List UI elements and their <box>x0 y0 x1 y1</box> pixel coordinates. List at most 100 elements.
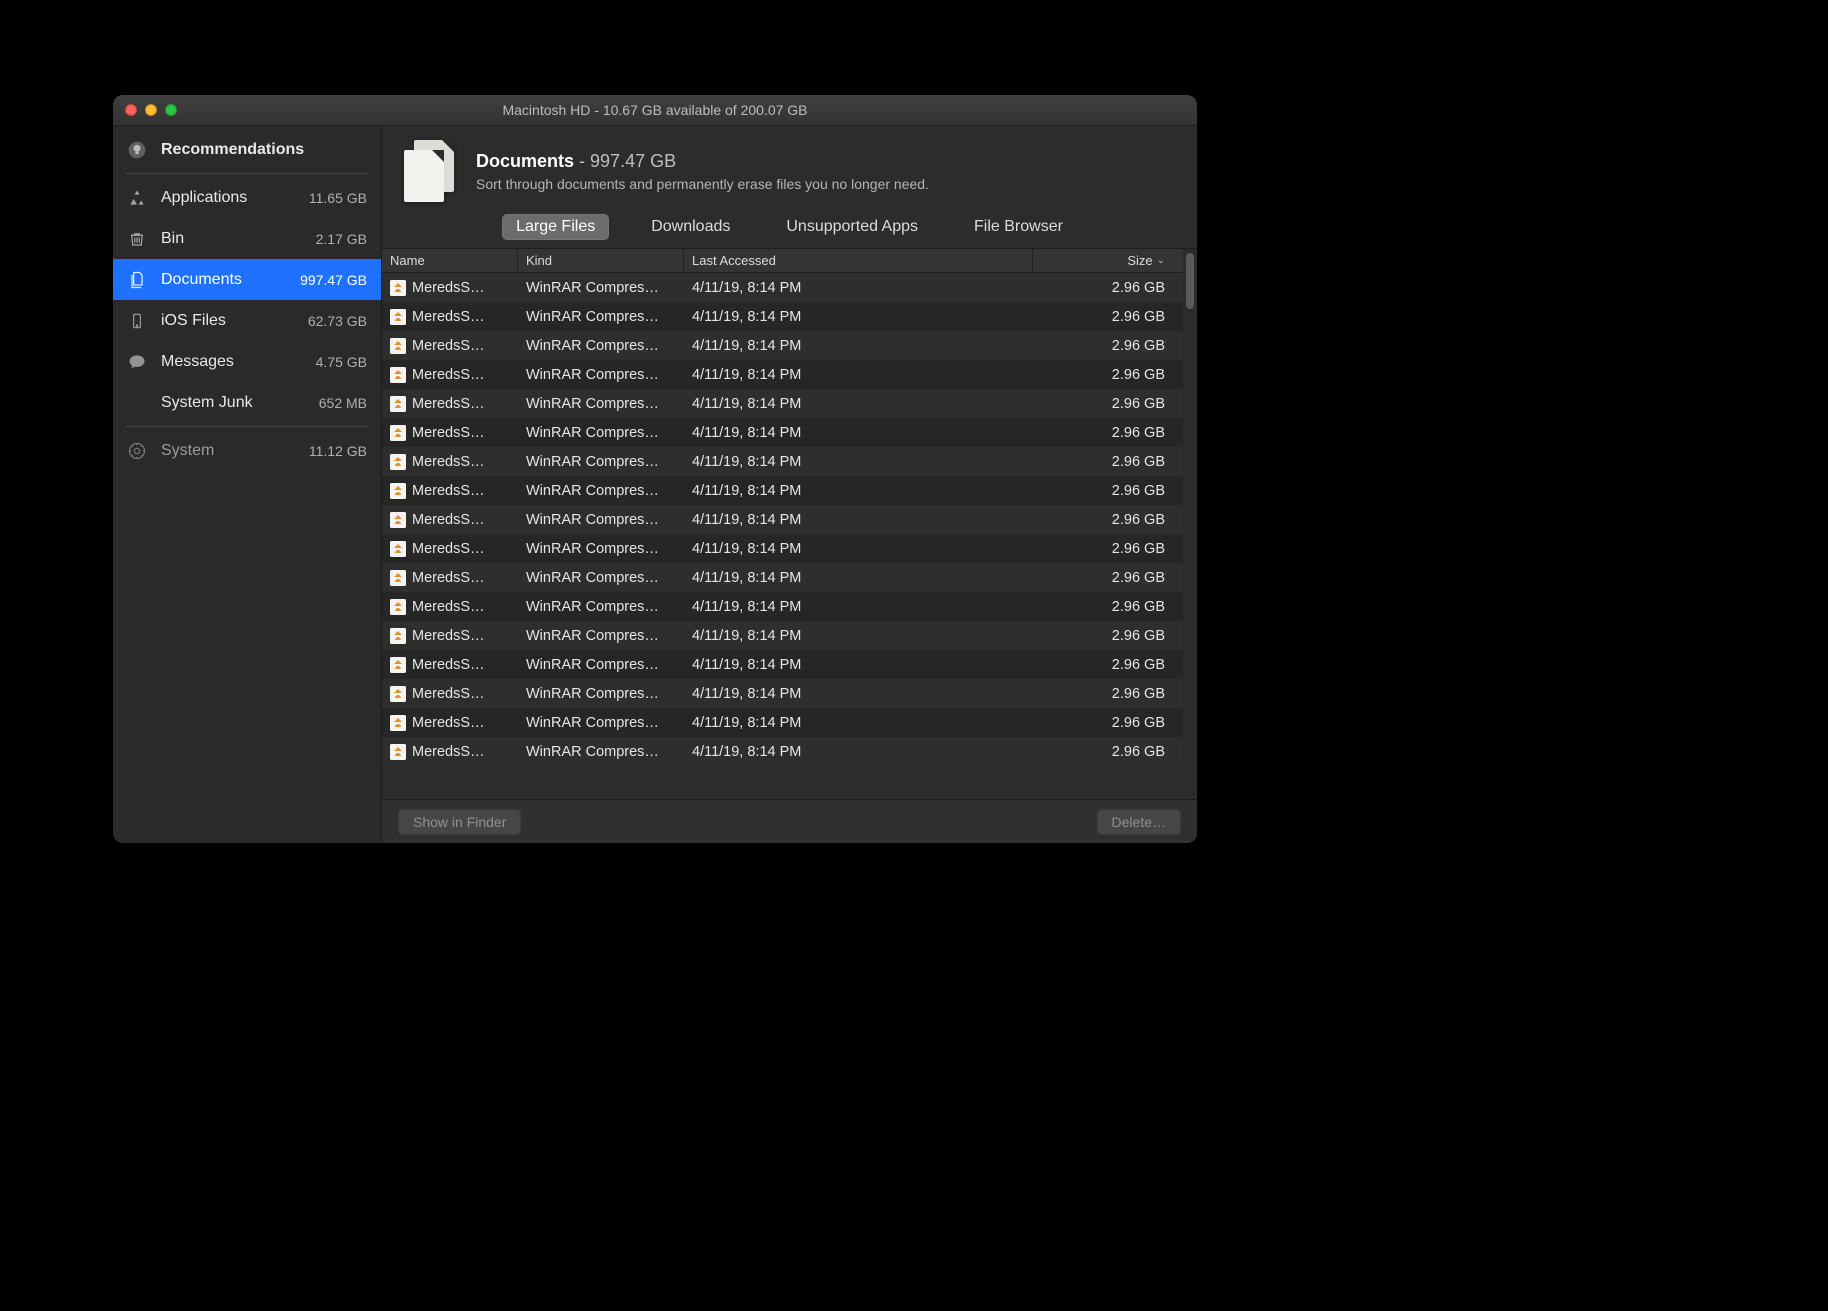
archive-file-icon <box>390 628 406 644</box>
table-row[interactable]: MeredsS…WinRAR Compres…4/11/19, 8:14 PM2… <box>382 737 1183 766</box>
documents-header: Documents - 997.47 GB Sort through docum… <box>382 126 1197 212</box>
archive-file-icon <box>390 425 406 441</box>
cell-last-accessed: 4/11/19, 8:14 PM <box>684 367 1033 383</box>
gear-circle-icon <box>125 439 149 463</box>
archive-file-icon <box>390 570 406 586</box>
cell-kind: WinRAR Compres… <box>518 454 684 470</box>
cell-size: 2.96 GB <box>1033 599 1183 615</box>
sidebar-item-label: Messages <box>161 353 308 371</box>
table-row[interactable]: MeredsS…WinRAR Compres…4/11/19, 8:14 PM2… <box>382 650 1183 679</box>
tab-unsupported-apps[interactable]: Unsupported Apps <box>772 214 932 240</box>
table-row[interactable]: MeredsS…WinRAR Compres…4/11/19, 8:14 PM2… <box>382 389 1183 418</box>
cell-last-accessed: 4/11/19, 8:14 PM <box>684 570 1033 586</box>
column-header-size[interactable]: Size⌄ <box>1033 249 1183 272</box>
table-row[interactable]: MeredsS…WinRAR Compres…4/11/19, 8:14 PM2… <box>382 708 1183 737</box>
archive-file-icon <box>390 744 406 760</box>
cell-name: MeredsS… <box>412 483 485 499</box>
table-row[interactable]: MeredsS…WinRAR Compres…4/11/19, 8:14 PM2… <box>382 360 1183 389</box>
cell-last-accessed: 4/11/19, 8:14 PM <box>684 512 1033 528</box>
show-in-finder-button[interactable]: Show in Finder <box>398 809 521 835</box>
cell-kind: WinRAR Compres… <box>518 686 684 702</box>
window-titlebar: Macintosh HD - 10.67 GB available of 200… <box>113 95 1197 126</box>
archive-file-icon <box>390 396 406 412</box>
main-panel: Documents - 997.47 GB Sort through docum… <box>382 126 1197 843</box>
cell-kind: WinRAR Compres… <box>518 570 684 586</box>
cell-last-accessed: 4/11/19, 8:14 PM <box>684 483 1033 499</box>
sidebar-item-size: 62.73 GB <box>308 313 367 329</box>
delete-button[interactable]: Delete… <box>1097 809 1181 835</box>
scrollbar-thumb[interactable] <box>1186 253 1194 309</box>
panel-subtitle: Sort through documents and permanently e… <box>476 176 929 192</box>
table-row[interactable]: MeredsS…WinRAR Compres…4/11/19, 8:14 PM2… <box>382 621 1183 650</box>
file-table: Name Kind Last Accessed Size⌄ MeredsS… Wi… <box>382 248 1197 799</box>
close-window-button[interactable] <box>125 104 137 116</box>
cell-name: MeredsS… <box>412 599 485 615</box>
minimize-window-button[interactable] <box>145 104 157 116</box>
cell-name: MeredsS… <box>412 512 485 528</box>
archive-file-icon <box>390 280 406 296</box>
cell-name: MeredsS… <box>412 628 485 644</box>
cell-last-accessed: 4/11/19, 8:14 PM <box>684 541 1033 557</box>
sidebar-item-messages[interactable]: Messages4.75 GB <box>113 341 381 382</box>
sidebar-item-bin[interactable]: Bin2.17 GB <box>113 218 381 259</box>
archive-file-icon <box>390 686 406 702</box>
cell-name: MeredsS… <box>412 657 485 673</box>
tab-file-browser[interactable]: File Browser <box>960 214 1077 240</box>
cell-size: 2.96 GB <box>1033 367 1183 383</box>
table-row[interactable]: MeredsS…WinRAR Compres…4/11/19, 8:14 PM2… <box>382 592 1183 621</box>
footer-bar: Show in Finder Delete… <box>382 799 1197 843</box>
tab-large-files[interactable]: Large Files <box>502 214 609 240</box>
cell-size: 2.96 GB <box>1033 541 1183 557</box>
sidebar-item-size: 11.12 GB <box>309 443 367 459</box>
cell-kind: WinRAR Compres… <box>518 396 684 412</box>
column-header-kind[interactable]: Kind <box>518 249 684 272</box>
table-row[interactable]: MeredsS…WinRAR Compres…4/11/19, 8:14 PM2… <box>382 563 1183 592</box>
sidebar-item-recommendations[interactable]: Recommendations <box>113 129 381 170</box>
table-row[interactable]: MeredsS…WinRAR Compres…4/11/19, 8:14 PM2… <box>382 447 1183 476</box>
archive-file-icon <box>390 454 406 470</box>
documents-tabs: Large Files Downloads Unsupported Apps File… <box>382 212 1197 248</box>
zoom-window-button[interactable] <box>165 104 177 116</box>
table-row[interactable]: MeredsS…WinRAR Compres…4/11/19, 8:14 PM2… <box>382 302 1183 331</box>
cell-kind: WinRAR Compres… <box>518 715 684 731</box>
table-row[interactable]: MeredsS…WinRAR Compres…4/11/19, 8:14 PM2… <box>382 505 1183 534</box>
sidebar-item-label: Documents <box>161 271 292 289</box>
cell-name: MeredsS… <box>412 541 485 557</box>
documents-icon <box>404 140 456 202</box>
cell-last-accessed: 4/11/19, 8:14 PM <box>684 309 1033 325</box>
cell-size: 2.96 GB <box>1033 338 1183 354</box>
table-row[interactable]: MeredsS…WinRAR Compres…4/11/19, 8:14 PM2… <box>382 418 1183 447</box>
sidebar-item-label: Bin <box>161 230 308 248</box>
archive-file-icon <box>390 715 406 731</box>
cell-size: 2.96 GB <box>1033 483 1183 499</box>
cell-kind: WinRAR Compres… <box>518 483 684 499</box>
cell-last-accessed: 4/11/19, 8:14 PM <box>684 657 1033 673</box>
table-row[interactable]: MeredsS…WinRAR Compres…4/11/19, 8:14 PM2… <box>382 534 1183 563</box>
sidebar-item-label: iOS Files <box>161 312 300 330</box>
table-row[interactable]: MeredsS…WinRAR Compres…4/11/19, 8:14 PM2… <box>382 331 1183 360</box>
cell-name: MeredsS… <box>412 744 485 760</box>
messages-icon <box>125 350 149 374</box>
cell-last-accessed: 4/11/19, 8:14 PM <box>684 744 1033 760</box>
sidebar-item-applications[interactable]: Applications11.65 GB <box>113 177 381 218</box>
sidebar-item-system-junk[interactable]: System Junk652 MB <box>113 382 381 423</box>
table-row[interactable]: MeredsS…WinRAR Compres…4/11/19, 8:14 PM2… <box>382 273 1183 302</box>
cell-size: 2.96 GB <box>1033 715 1183 731</box>
cell-last-accessed: 4/11/19, 8:14 PM <box>684 454 1033 470</box>
sidebar-item-label: Applications <box>161 189 301 207</box>
vertical-scrollbar[interactable] <box>1183 249 1197 799</box>
table-header-row: Name Kind Last Accessed Size⌄ <box>382 249 1183 273</box>
column-header-last-accessed[interactable]: Last Accessed <box>684 249 1033 272</box>
column-header-name[interactable]: Name <box>382 249 518 272</box>
sidebar-item-documents[interactable]: Documents997.47 GB <box>113 259 381 300</box>
cell-name: MeredsS… <box>412 686 485 702</box>
cell-size: 2.96 GB <box>1033 657 1183 673</box>
category-sidebar: Recommendations Applications11.65 GBBin2.… <box>113 126 382 843</box>
tab-downloads[interactable]: Downloads <box>637 214 744 240</box>
sidebar-item-system[interactable]: System11.12 GB <box>113 430 381 471</box>
sidebar-item-ios-files[interactable]: iOS Files 62.73 GB <box>113 300 381 341</box>
table-row[interactable]: MeredsS… WinRAR Compres…4/11/19, 8:14 PM2… <box>382 476 1183 505</box>
table-row[interactable]: MeredsS…WinRAR Compres…4/11/19, 8:14 PM2… <box>382 679 1183 708</box>
cell-size: 2.96 GB <box>1033 396 1183 412</box>
blank-icon <box>125 391 149 415</box>
